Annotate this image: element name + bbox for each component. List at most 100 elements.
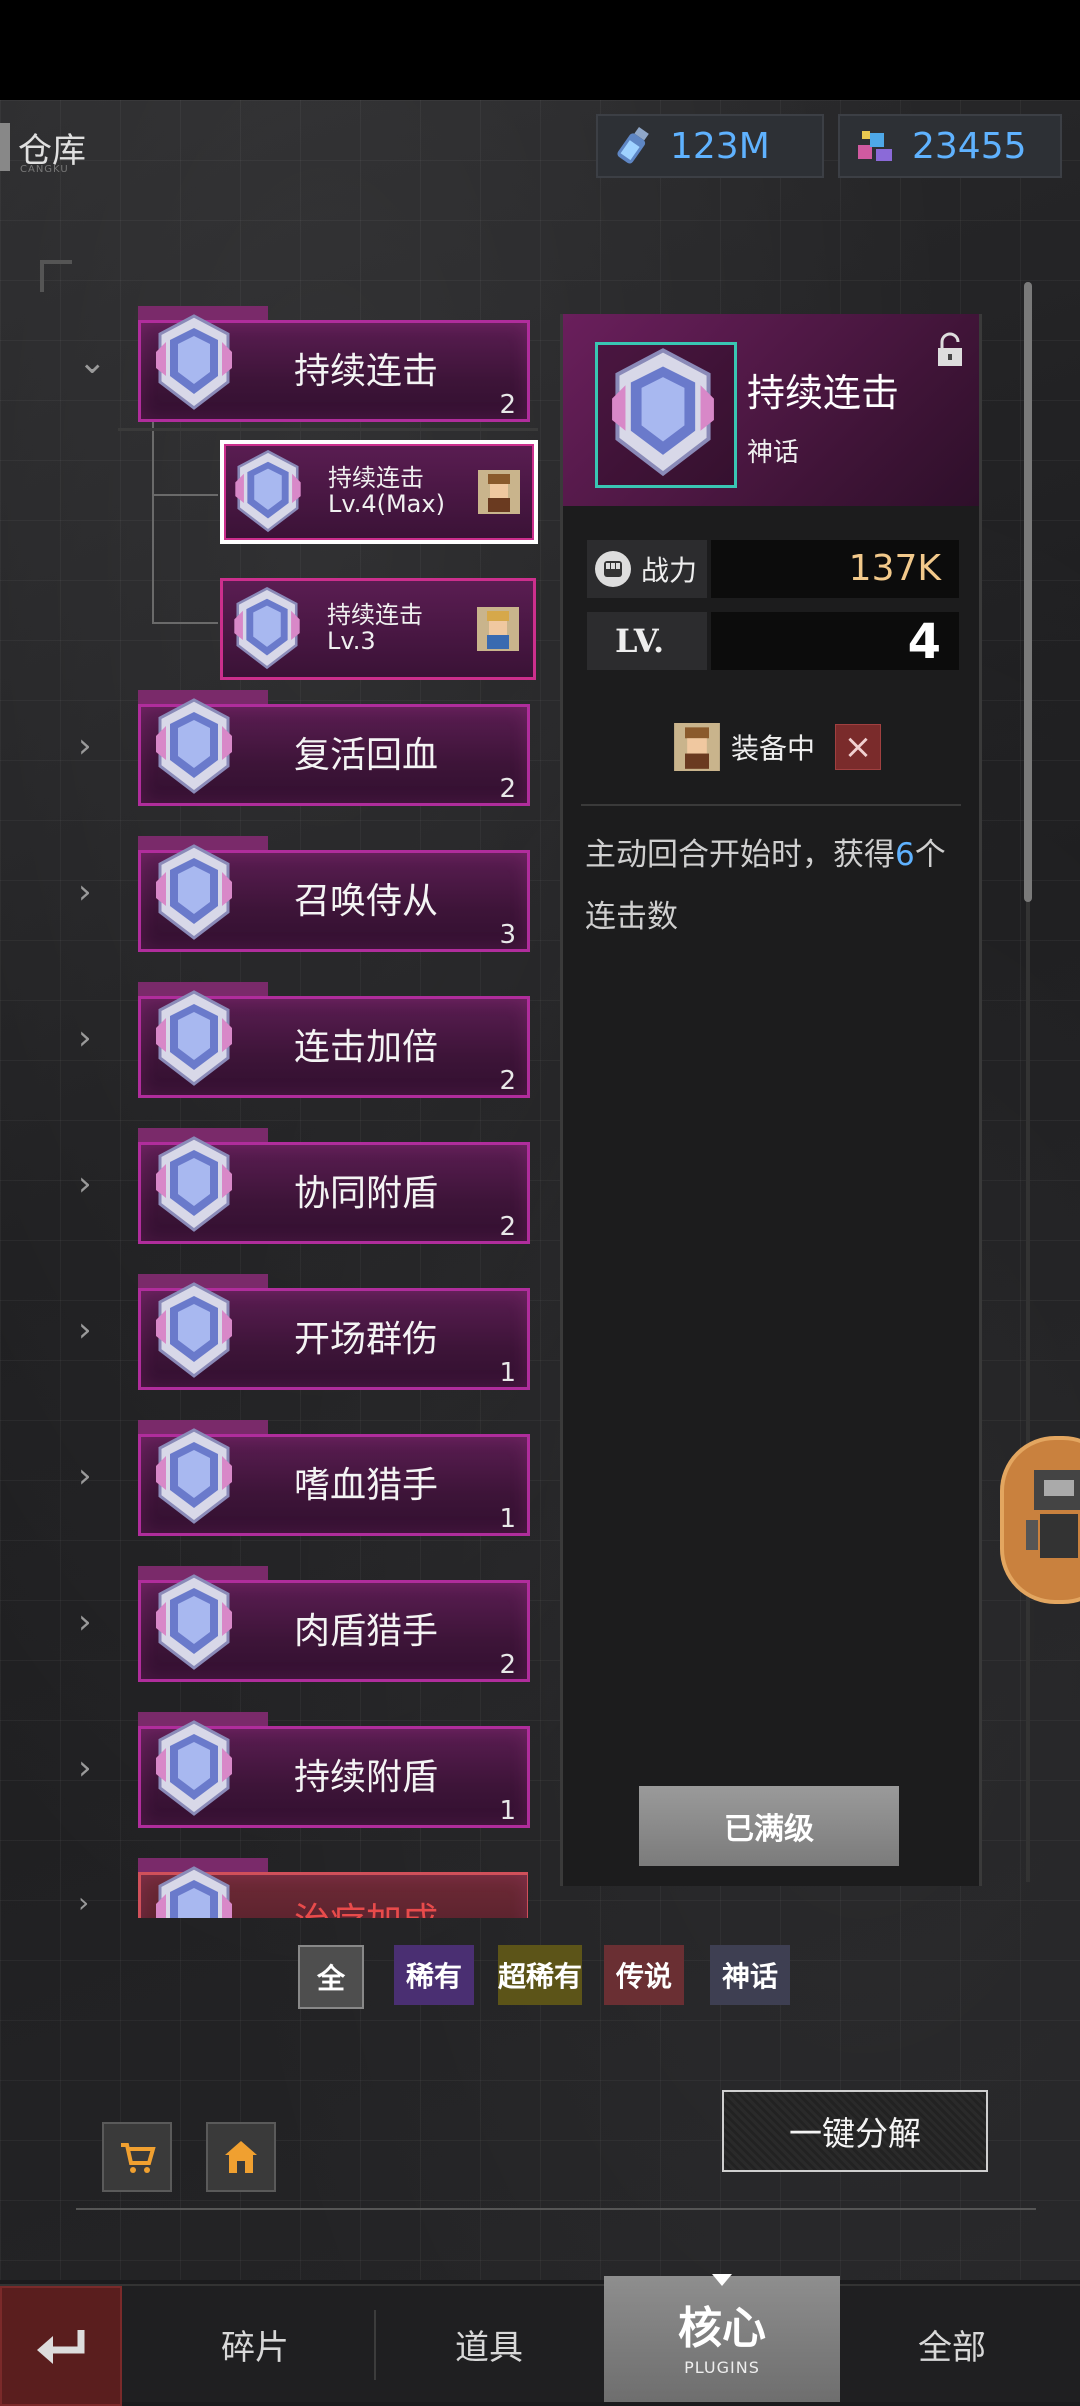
detail-panel: 持续连击 神话 战力 137K LV. 4 装备中 × 主动回合开始时，获得6个… — [560, 314, 982, 1886]
core-item[interactable]: 持续连击 2 — [138, 306, 530, 422]
currency-gems[interactable]: 23455 — [838, 114, 1062, 178]
expand-chevron-icon[interactable]: › — [78, 1886, 89, 1919]
side-hero-button[interactable] — [1000, 1436, 1080, 1604]
potion-icon — [617, 126, 649, 164]
detail-name: 持续连击 — [747, 371, 900, 415]
divider — [581, 804, 961, 806]
corner-bracket-icon — [40, 260, 72, 292]
tab-all[interactable]: 全部 — [842, 2286, 1062, 2402]
expand-chevron-icon[interactable]: › — [78, 1602, 92, 1642]
detail-rarity: 神话 — [747, 438, 800, 468]
scrollbar-thumb[interactable] — [1024, 282, 1032, 902]
core-item-count: 2 — [499, 1066, 516, 1096]
core-item-name: 连击加倍 — [294, 1027, 439, 1068]
expand-chevron-icon[interactable]: › — [78, 872, 92, 912]
filter-rare-button[interactable]: 稀有 — [394, 1945, 474, 2005]
title-bar-accent — [0, 123, 10, 171]
core-item-count: 2 — [499, 1650, 516, 1680]
core-item[interactable]: 复活回血 2 — [138, 690, 530, 806]
expand-chevron-icon[interactable]: › — [78, 1748, 92, 1788]
core-badge-icon — [152, 1134, 236, 1234]
filter-mythic-button[interactable]: 神话 — [710, 1945, 790, 2005]
core-badge-icon — [598, 345, 728, 479]
house-icon — [225, 2141, 257, 2173]
core-item[interactable]: 协同附盾 2 — [138, 1128, 530, 1244]
core-item-name: 肉盾猎手 — [294, 1611, 439, 1652]
core-badge-icon — [152, 1864, 236, 1918]
currency-energy[interactable]: 123M — [596, 114, 824, 178]
sub-item-name: 持续连击 — [328, 464, 424, 492]
core-item-name: 持续附盾 — [294, 1757, 439, 1798]
sub-item-level: Lv.3 — [327, 627, 376, 655]
level-label-box: LV. — [587, 612, 707, 670]
filter-legendary-button[interactable]: 传说 — [604, 1945, 684, 2005]
page-title: 仓库 CANGKU — [0, 122, 86, 175]
core-item-name: 持续连击 — [294, 351, 439, 392]
tab-core[interactable]: 核心 PLUGINS — [604, 2274, 840, 2402]
expand-chevron-icon[interactable]: › — [78, 1018, 92, 1058]
filter-super-rare-button[interactable]: 超稀有 — [498, 1945, 582, 2005]
decompose-all-button[interactable]: 一键分解 — [722, 2090, 988, 2172]
level-value: 4 — [907, 614, 941, 670]
core-item-count: 2 — [499, 1212, 516, 1242]
core-item-name: 召唤侍从 — [294, 881, 439, 922]
equipped-label: 装备中 — [731, 732, 816, 765]
tab-fragments[interactable]: 碎片 — [140, 2286, 370, 2402]
core-badge-icon — [152, 696, 236, 796]
return-arrow-icon — [37, 2330, 85, 2364]
core-badge-icon — [152, 842, 236, 942]
unlock-icon[interactable] — [935, 332, 965, 368]
fist-icon — [595, 551, 631, 587]
collapse-chevron-icon[interactable]: ⌄ — [78, 342, 107, 382]
expand-chevron-icon[interactable]: › — [78, 1164, 92, 1204]
home-button[interactable] — [206, 2122, 276, 2192]
core-item-count: 2 — [499, 390, 516, 420]
sub-item[interactable]: 持续连击 Lv.3 — [220, 578, 536, 680]
hero-avatar-icon — [477, 607, 519, 651]
sub-item-selected[interactable]: 持续连击 Lv.4(Max) — [220, 440, 538, 544]
power-row: 战力 137K — [587, 540, 959, 598]
core-badge-icon — [152, 1718, 236, 1818]
gem-pile-icon — [858, 131, 892, 161]
core-badge-icon — [228, 448, 308, 534]
power-label: 战力 — [641, 554, 698, 587]
core-item[interactable]: 嗜血猎手 1 — [138, 1420, 530, 1536]
core-item-name: 开场群伤 — [294, 1319, 439, 1360]
unequip-close-button[interactable]: × — [835, 724, 882, 770]
core-item[interactable]: 开场群伤 1 — [138, 1274, 530, 1390]
core-item[interactable]: 召唤侍从 3 — [138, 836, 530, 952]
core-item[interactable]: 连击加倍 2 — [138, 982, 530, 1098]
desc-text: 主动回合开始时，获得 — [585, 837, 895, 873]
shop-button[interactable] — [102, 2122, 172, 2192]
currency-energy-value: 123M — [670, 125, 770, 167]
status-bar — [0, 0, 1080, 100]
filter-all-button[interactable]: 全 — [298, 1945, 364, 2009]
expand-chevron-icon[interactable]: › — [78, 1456, 92, 1496]
core-badge-icon — [152, 1280, 236, 1380]
robot-avatar-icon — [1026, 1470, 1080, 1558]
tab-core-sublabel: PLUGINS — [684, 2358, 760, 2377]
max-level-button[interactable]: 已满级 — [639, 1786, 899, 1866]
core-badge-icon — [152, 1572, 236, 1672]
core-item[interactable]: 治疗加成 — [138, 1858, 528, 1918]
back-button[interactable] — [0, 2286, 122, 2406]
cart-icon — [121, 2143, 156, 2173]
tab-core-label: 核心 — [678, 2303, 766, 2354]
sub-item-level: Lv.4(Max) — [328, 490, 445, 518]
level-row: LV. 4 — [587, 612, 959, 670]
core-item-name: 复活回血 — [294, 735, 439, 776]
level-label: LV. — [615, 622, 665, 660]
desc-highlight: 6 — [895, 837, 915, 873]
bottom-nav: 碎片 道具 核心 PLUGINS 全部 — [0, 2274, 1080, 2406]
expand-chevron-icon[interactable]: › — [78, 1310, 92, 1350]
core-item[interactable]: 肉盾猎手 2 — [138, 1566, 530, 1682]
core-item[interactable]: 持续附盾 1 — [138, 1712, 530, 1828]
sub-item-name: 持续连击 — [327, 601, 423, 629]
core-item-name: 协同附盾 — [294, 1173, 439, 1214]
expand-chevron-icon[interactable]: › — [78, 726, 92, 766]
core-badge-icon — [227, 585, 307, 671]
core-badge-icon — [152, 988, 236, 1088]
active-tab-indicator — [712, 2274, 732, 2286]
tab-items[interactable]: 道具 — [376, 2286, 602, 2402]
detail-badge-frame — [595, 342, 737, 488]
